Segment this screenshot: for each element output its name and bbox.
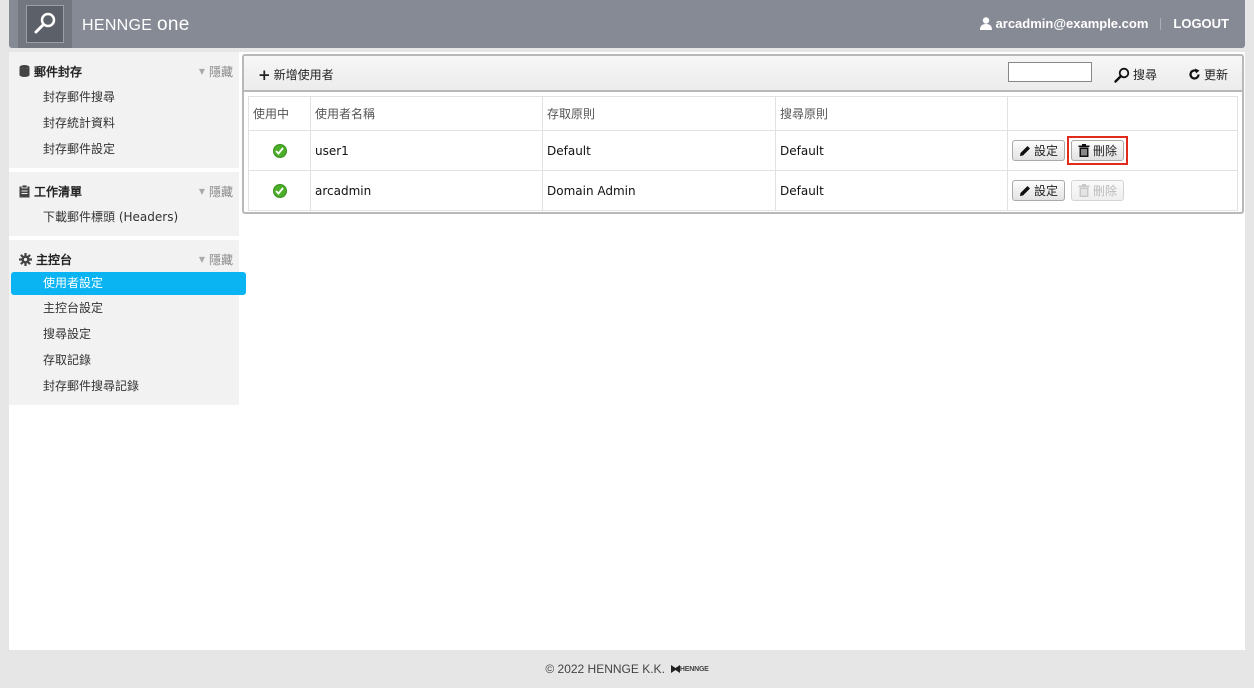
check-circle-icon [272,143,287,158]
user-area: arcadmin@example.com LOGOUT [979,16,1229,31]
table-row: user1 Default Default 設定 刪除 [248,130,1238,171]
delete-button[interactable]: 刪除 [1071,140,1125,161]
table-header-row: 使用中 使用者名稱 存取原則 搜尋原則 [248,96,1238,131]
henne-footer-logo: HENNGE [670,665,709,673]
footer: © 2022 HENNGE K.K. HENNGE [0,662,1254,676]
actions-cell: 設定 刪除 [1007,130,1238,171]
hide-label: 隱藏 [208,184,233,199]
add-user-label: 新增使用者 [273,68,334,82]
refresh-icon [1188,68,1201,81]
settings-button[interactable]: 設定 [1012,180,1066,201]
logout-link[interactable]: LOGOUT [1173,16,1229,31]
active-cell [248,130,311,171]
brand-one-text: one [157,14,190,35]
top-header: HENNGE one arcadmin@example.com LOGOUT [9,0,1245,48]
search-label: 搜尋 [1133,68,1158,82]
sidebar-item-archive-settings[interactable]: 封存郵件設定 [9,136,239,162]
sidebar-item-search-log[interactable]: 封存郵件搜尋記錄 [9,373,239,399]
column-header-active: 使用中 [248,96,311,131]
search-input[interactable] [1008,62,1092,82]
pencil-icon [1019,145,1031,157]
footer-logo-text: HENNGE [679,665,709,673]
sidebar-section-title: 主控台 [36,252,73,267]
sidebar-item-search-settings[interactable]: 搜尋設定 [9,321,239,347]
main-area: 郵件封存 ▼ 隱藏 封存郵件搜尋 封存統計資料 封存郵件設定 工作清單 ▼ 隱藏 下… [9,52,1245,650]
users-table: 使用中 使用者名稱 存取原則 搜尋原則 user1 Default Defaul… [248,96,1238,211]
delete-button-wrapper: 刪除 [1067,176,1128,205]
sidebar-item-user-settings[interactable]: 使用者設定 [11,272,246,295]
magnifier-logo-icon [26,5,64,43]
hide-label: 隱藏 [208,252,233,267]
check-circle-icon [272,183,287,198]
panel-toolbar: + 新增使用者 搜尋 更新 [244,56,1242,92]
search-icon [1114,67,1130,83]
settings-button[interactable]: 設定 [1012,140,1066,161]
sidebar-item-archive-search[interactable]: 封存郵件搜尋 [9,84,239,110]
copyright-text: © 2022 HENNGE K.K. [545,662,665,676]
table-row: arcadmin Domain Admin Default 設定 刪除 [248,170,1238,211]
settings-label: 設定 [1034,184,1059,198]
trash-icon [1078,144,1090,157]
delete-button-disabled: 刪除 [1071,180,1125,201]
hide-toggle[interactable]: ▼ 隱藏 [199,251,233,268]
henne-mark-icon [670,665,680,673]
column-header-username: 使用者名稱 [310,96,543,131]
sidebar-section-header: 郵件封存 ▼ 隱藏 [9,58,239,84]
sidebar-section-archive: 郵件封存 ▼ 隱藏 封存郵件搜尋 封存統計資料 封存郵件設定 [9,52,239,168]
delete-highlight-box: 刪除 [1067,136,1129,165]
hide-label: 隱藏 [208,64,233,79]
sidebar-item-download-headers[interactable]: 下載郵件標頭 (Headers) [9,204,239,230]
search-policy-cell: Default [775,130,1008,171]
gear-icon [19,252,32,266]
sidebar-item-archive-stats[interactable]: 封存統計資料 [9,110,239,136]
sidebar-section-header: 主控台 ▼ 隱藏 [9,246,239,272]
brand-name: HENNGE one [82,14,190,36]
triangle-down-icon: ▼ [198,186,205,196]
access-policy-cell: Domain Admin [542,170,776,211]
user-icon [979,17,992,30]
sidebar-section-tasks: 工作清單 ▼ 隱藏 下載郵件標頭 (Headers) [9,172,239,236]
triangle-down-icon: ▼ [198,254,205,264]
refresh-label: 更新 [1204,68,1229,82]
delete-label: 刪除 [1093,184,1118,198]
sidebar-section-title: 郵件封存 [34,64,83,79]
active-cell [248,170,311,211]
column-header-search-policy: 搜尋原則 [775,96,1008,131]
hide-toggle[interactable]: ▼ 隱藏 [199,183,233,200]
settings-label: 設定 [1034,144,1059,158]
sidebar-item-access-log[interactable]: 存取記錄 [9,347,239,373]
header-divider [1160,17,1162,30]
sidebar-section-console: 主控台 ▼ 隱藏 使用者設定 主控台設定 搜尋設定 存取記錄 封存郵件搜尋記錄 [9,240,246,405]
actions-cell: 設定 刪除 [1007,170,1238,211]
search-button[interactable]: 搜尋 [1114,66,1157,83]
plus-icon: + [258,65,271,84]
add-user-button[interactable]: + 新增使用者 [258,66,334,83]
search-policy-cell: Default [775,170,1008,211]
column-header-actions [1007,96,1238,131]
pencil-icon [1019,185,1031,197]
delete-label: 刪除 [1093,144,1118,158]
brand-text: HENNGE [82,17,157,34]
database-icon [19,65,30,77]
sidebar: 郵件封存 ▼ 隱藏 封存郵件搜尋 封存統計資料 封存郵件設定 工作清單 ▼ 隱藏 下… [9,52,246,409]
app-logo[interactable] [18,0,72,48]
clipboard-icon [19,184,30,198]
user-email: arcadmin@example.com [995,16,1149,31]
username-cell: arcadmin [310,170,543,211]
triangle-down-icon: ▼ [198,66,205,76]
column-header-access-policy: 存取原則 [542,96,776,131]
sidebar-section-title: 工作清單 [34,184,83,199]
user-settings-panel: + 新增使用者 搜尋 更新 使用中 使用者名稱 存取原則 搜尋原則 user1 … [242,54,1244,214]
hide-toggle[interactable]: ▼ 隱藏 [199,63,233,80]
sidebar-section-header: 工作清單 ▼ 隱藏 [9,178,239,204]
refresh-button[interactable]: 更新 [1188,66,1228,83]
sidebar-item-console-settings[interactable]: 主控台設定 [9,295,239,321]
access-policy-cell: Default [542,130,776,171]
username-cell: user1 [310,130,543,171]
trash-icon [1078,184,1090,197]
